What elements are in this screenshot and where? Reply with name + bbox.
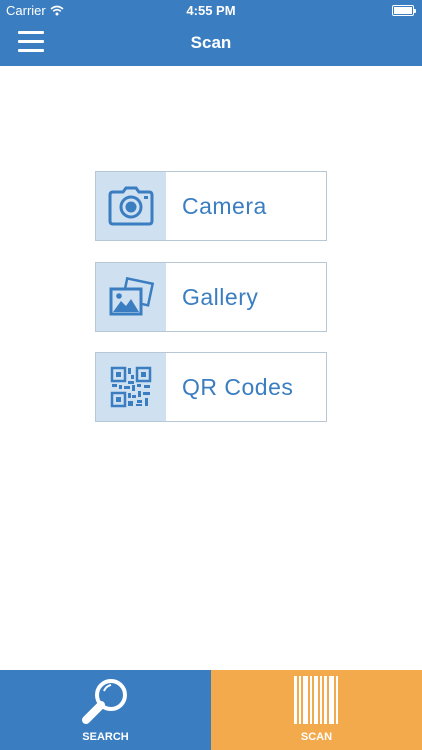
tab-scan-label: SCAN <box>300 731 333 743</box>
gallery-button[interactable]: Gallery <box>95 262 327 332</box>
status-time: 4:55 PM <box>186 3 236 18</box>
status-bar: Carrier 4:55 PM <box>0 0 422 22</box>
camera-button[interactable]: Camera <box>95 171 327 241</box>
tab-search-label: SEARCH <box>82 731 129 743</box>
app-header: Carrier 4:55 PM Scan <box>0 0 422 66</box>
gallery-label: Gallery <box>182 284 259 310</box>
page-title: Scan <box>190 33 232 52</box>
gallery-icon <box>109 277 154 316</box>
gallery-icon-box <box>96 263 166 331</box>
magnifier-icon <box>82 679 127 724</box>
tab-scan[interactable]: SCAN <box>211 670 422 750</box>
barcode-icon <box>294 676 338 724</box>
qr-code-icon <box>110 366 152 408</box>
camera-label: Camera <box>182 193 267 219</box>
camera-icon-box <box>96 172 166 240</box>
tab-search[interactable]: SEARCH <box>0 670 211 750</box>
qr-codes-label: QR Codes <box>182 374 294 400</box>
bottom-tab-bar: SEARCH SCAN <box>0 670 422 750</box>
battery-icon <box>392 5 416 16</box>
qr-codes-button[interactable]: QR Codes <box>95 352 327 422</box>
qr-icon-box <box>96 353 166 421</box>
camera-icon <box>108 186 154 226</box>
